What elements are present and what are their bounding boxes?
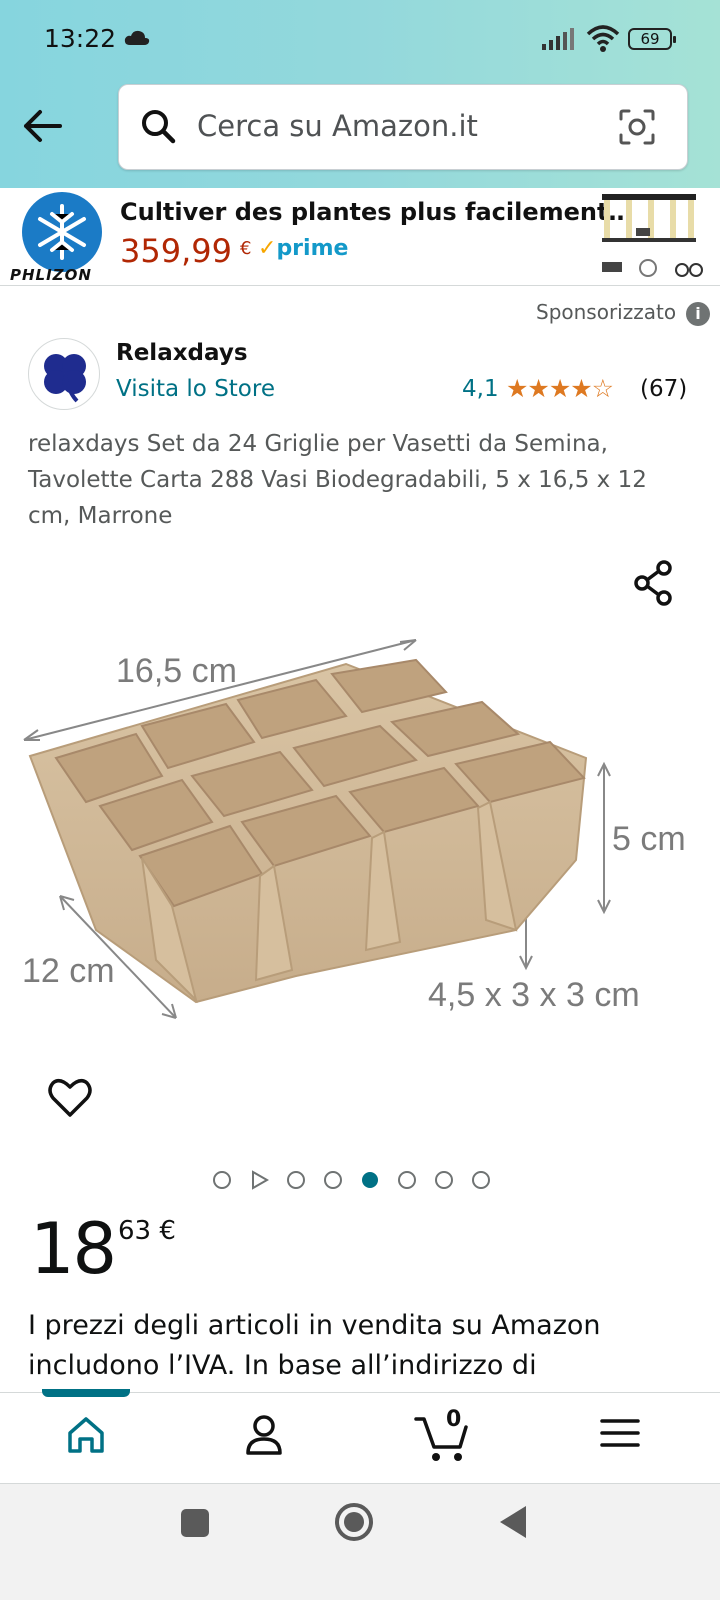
rating-count[interactable]: (67) [640,376,687,402]
carousel-video-dot[interactable] [252,1170,270,1190]
header: 13:22 69 Cerca su Amazon.it [0,0,720,188]
grow-light-image [602,194,703,277]
vat-note: I prezzi degli articoli in vendita su Am… [28,1310,601,1381]
dimension-length: 16,5 cm [116,652,237,690]
store-name: Relaxdays [116,340,248,366]
active-tab-indicator [42,1389,130,1397]
status-time: 13:22 [44,24,117,53]
carousel-dot-active[interactable] [362,1172,378,1188]
visit-store-link[interactable]: Visita lo Store [116,376,275,402]
carousel-dot[interactable] [287,1171,305,1189]
signal-icon [542,28,574,50]
brand-logo [22,192,102,272]
price-whole: 18 [30,1208,117,1290]
dimension-height: 5 cm [612,820,686,858]
carousel-dot[interactable] [398,1171,416,1189]
ad-currency: € [240,238,252,259]
wifi-icon [586,25,620,52]
bottom-navigation: 0 [0,1389,720,1484]
dimension-cell: 4,5 x 3 x 3 cm [428,976,640,1014]
cart-icon[interactable] [414,1413,470,1463]
search-bar[interactable]: Cerca su Amazon.it [118,84,688,170]
home-icon[interactable] [64,1413,108,1457]
product-image[interactable]: 16,5 cm 5 cm 12 cm 4,5 x 3 x 3 cm [16,630,706,1040]
search-icon [142,110,176,144]
product-title: relaxdays Set da 24 Griglie per Vasetti … [28,431,647,529]
dimension-depth: 12 cm [22,952,115,990]
cart-count: 0 [446,1407,462,1432]
home-button-icon[interactable] [332,1500,376,1544]
store-logo[interactable] [28,338,100,410]
prime-badge: ✓prime [258,236,349,261]
carousel-dots[interactable] [0,1168,720,1192]
account-icon[interactable] [242,1413,286,1457]
carousel-dot[interactable] [435,1171,453,1189]
recent-apps-icon[interactable] [178,1506,212,1540]
wishlist-heart-icon[interactable] [48,1078,92,1118]
ad-price: 359,99 [120,232,232,270]
carousel-dot[interactable] [472,1171,490,1189]
snowflake-icon [38,204,86,260]
clover-icon [44,354,86,403]
carousel-dot[interactable] [324,1171,342,1189]
system-navigation-bar [0,1484,720,1600]
brand-name: PHLIZON [10,266,92,284]
rating-value[interactable]: 4,1 [462,376,499,402]
info-icon[interactable]: i [686,302,710,326]
back-arrow-icon[interactable] [20,104,64,148]
sponsored-ad-banner[interactable]: PHLIZON Cultiver des plantes plus facile… [0,188,720,286]
rating-stars[interactable]: ★★★★☆ [506,374,614,403]
carousel-dot[interactable] [213,1171,231,1189]
cloud-icon [124,30,150,45]
search-input[interactable]: Cerca su Amazon.it [197,109,478,143]
menu-icon[interactable] [600,1413,640,1453]
sponsored-label: Sponsorizzato [536,300,677,324]
battery-indicator: 69 [628,28,676,50]
share-icon[interactable] [632,560,676,606]
back-button-icon[interactable] [496,1504,530,1540]
camera-search-icon[interactable] [617,107,657,147]
ad-title[interactable]: Cultiver des plantes plus facilement… [120,198,632,226]
price-fraction: 63 € [118,1216,176,1246]
